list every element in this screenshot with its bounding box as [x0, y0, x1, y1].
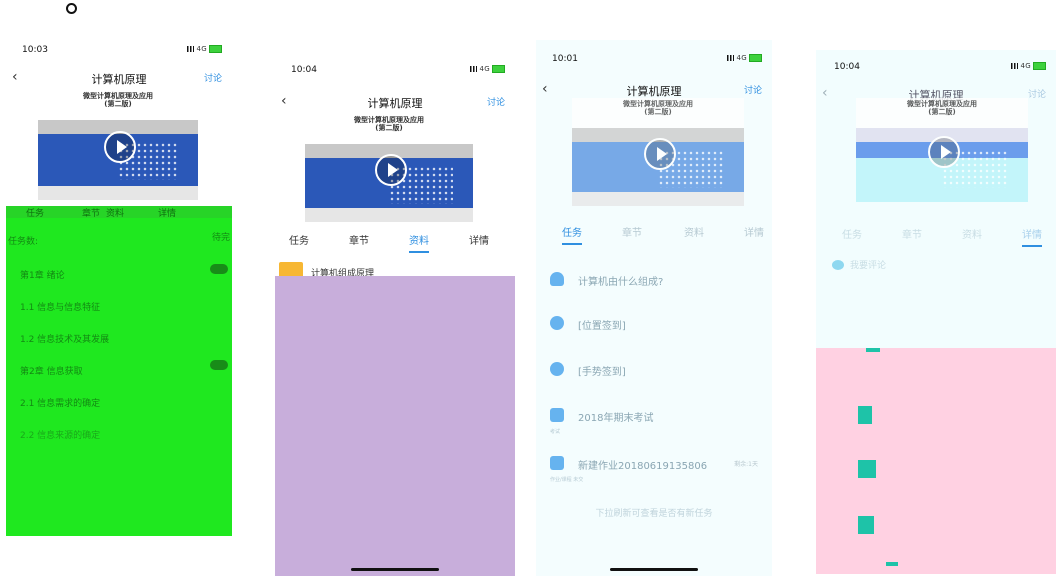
- tab-details[interactable]: 详情: [744, 224, 764, 239]
- tab-bar: 任务 章节 资料 详情: [816, 222, 1056, 247]
- task-title: 新建作业20180619135806: [578, 461, 708, 472]
- book-caption: 微型计算机原理及应用 (第二版): [83, 92, 153, 108]
- video-player[interactable]: 微型计算机原理及应用 (第二版): [38, 90, 198, 200]
- tab-resources[interactable]: 资料: [962, 226, 982, 241]
- purple-overlay: [275, 276, 515, 576]
- status-bar: 10:04 4G: [816, 50, 1056, 72]
- task-status: 作业/课程 未交: [550, 477, 584, 483]
- status-bar: 10:01 4G: [536, 40, 772, 64]
- tab-details[interactable]: 详情: [158, 206, 176, 219]
- tab-chapters[interactable]: 章节: [902, 226, 922, 241]
- person-icon: [550, 272, 564, 286]
- video-player[interactable]: 微型计算机原理及应用 (第二版): [856, 98, 1028, 202]
- book-caption: 微型计算机原理及应用 (第二版): [907, 100, 977, 116]
- pending-label: 待完: [211, 233, 230, 243]
- green-overlay: 任务 章节 资料 详情 任务数: 待完 第1章 绪论 1.1 信息与信息特征 1…: [6, 206, 232, 536]
- phone-screen-4: 10:04 4G ‹ 计算机原理 讨论 微型计算机原理及应用 (第二版) 任务 …: [816, 50, 1056, 574]
- tabs-strip: 任务 章节 资料 详情: [6, 206, 232, 219]
- marker-dot: [66, 3, 77, 14]
- task-title: [位置签到]: [578, 321, 626, 332]
- task-title: 计算机由什么组成?: [578, 277, 664, 288]
- teal-marker: [866, 348, 880, 352]
- status-time: 10:03: [22, 45, 48, 55]
- section-2-1[interactable]: 2.1 信息需求的确定: [20, 396, 100, 409]
- phone-screen-2: 10:04 4G ‹ 计算机原理 讨论 微型计算机原理及应用 (第二版) 任务 …: [275, 56, 515, 576]
- teal-marker: [858, 406, 872, 424]
- status-time: 10:04: [834, 62, 860, 72]
- teal-marker: [858, 516, 874, 534]
- section-2-2[interactable]: 2.2 信息来源的确定: [20, 428, 100, 441]
- page-title: 计算机原理: [367, 97, 423, 110]
- tab-chapters[interactable]: 章节: [622, 224, 642, 239]
- section-1-2[interactable]: 1.2 信息技术及其发展: [20, 332, 109, 345]
- tab-tasks[interactable]: 任务: [842, 226, 862, 241]
- homework-icon: [550, 456, 564, 470]
- chapter-1[interactable]: 第1章 绪论: [20, 268, 65, 281]
- video-player[interactable]: 微型计算机原理及应用 (第二版): [305, 114, 473, 222]
- teal-marker: [858, 460, 876, 478]
- play-icon[interactable]: [104, 131, 136, 163]
- discuss-link[interactable]: 讨论: [1028, 87, 1046, 100]
- page-title: 计算机原理: [91, 73, 147, 86]
- nav-bar: ‹ 计算机原理 讨论: [6, 68, 232, 90]
- home-indicator: [351, 568, 439, 571]
- tab-resources[interactable]: 资料: [684, 224, 704, 239]
- chapter-2-toggle[interactable]: [210, 360, 228, 370]
- refresh-hint: 下拉刷新可查看是否有新任务: [595, 509, 713, 519]
- task-count-label: 任务数:: [8, 237, 39, 247]
- signal-battery-icon: 4G: [186, 45, 222, 53]
- exam-icon: [550, 408, 564, 422]
- task-item[interactable]: [位置签到]: [550, 316, 764, 352]
- tab-resources[interactable]: 资料: [106, 206, 124, 219]
- teal-marker: [886, 562, 898, 566]
- pink-overlay: [816, 348, 1056, 574]
- play-icon[interactable]: [928, 136, 960, 168]
- hand-icon: [550, 362, 564, 376]
- task-item[interactable]: [手势签到]: [550, 362, 764, 398]
- task-item[interactable]: 计算机由什么组成?: [550, 272, 764, 308]
- tab-resources[interactable]: 资料: [409, 232, 429, 253]
- task-title: [手势签到]: [578, 367, 626, 378]
- tab-details[interactable]: 详情: [469, 232, 489, 247]
- task-type: 考试: [550, 429, 561, 435]
- section-1-1[interactable]: 1.1 信息与信息特征: [20, 300, 100, 313]
- nav-bar: ‹ 计算机原理 讨论: [275, 92, 515, 114]
- tab-bar: 任务 章节 资料 详情: [275, 228, 515, 253]
- play-icon[interactable]: [375, 154, 407, 186]
- status-bar: 10:04 4G: [275, 56, 515, 76]
- tab-tasks[interactable]: 任务: [26, 206, 44, 219]
- play-icon[interactable]: [644, 138, 676, 170]
- discuss-link[interactable]: 讨论: [487, 95, 505, 108]
- tab-chapters[interactable]: 章节: [349, 232, 369, 247]
- video-player[interactable]: 微型计算机原理及应用 (第二版): [572, 98, 744, 206]
- signal-battery-icon: 4G: [726, 54, 762, 62]
- task-item[interactable]: 新建作业20180619135806 作业/课程 未交 剩余:1天: [550, 456, 764, 492]
- page-title: 计算机原理: [626, 85, 682, 98]
- comment-icon: [832, 260, 844, 270]
- status-time: 10:04: [291, 65, 317, 75]
- tab-bar: 任务 章节 资料 详情: [536, 220, 772, 245]
- status-time: 10:01: [552, 54, 578, 64]
- discuss-link[interactable]: 讨论: [204, 71, 222, 84]
- chapter-2[interactable]: 第2章 信息获取: [20, 364, 83, 377]
- tab-tasks[interactable]: 任务: [289, 232, 309, 247]
- signal-battery-icon: 4G: [1010, 62, 1046, 70]
- task-remaining: 剩余:1天: [734, 461, 758, 468]
- chapter-1-toggle[interactable]: [210, 264, 228, 274]
- tab-details[interactable]: 详情: [1022, 226, 1042, 247]
- tab-tasks[interactable]: 任务: [562, 224, 582, 245]
- phone-screen-1: 10:03 4G ‹ 计算机原理 讨论 微型计算机原理及应用 (第二版) 任务 …: [6, 36, 232, 542]
- signal-battery-icon: 4G: [469, 65, 505, 73]
- book-caption: 微型计算机原理及应用 (第二版): [623, 100, 693, 116]
- task-item[interactable]: 2018年期末考试 考试: [550, 408, 764, 444]
- status-bar: 10:03 4G: [6, 36, 232, 56]
- book-caption: 微型计算机原理及应用 (第二版): [354, 116, 424, 132]
- comment-input[interactable]: 我要评论: [850, 258, 886, 271]
- discuss-link[interactable]: 讨论: [744, 83, 762, 96]
- hand-icon: [550, 316, 564, 330]
- phone-screen-3: 10:01 4G ‹ 计算机原理 讨论 微型计算机原理及应用 (第二版) 任务 …: [536, 40, 772, 576]
- task-title: 2018年期末考试: [578, 413, 654, 424]
- home-indicator: [610, 568, 698, 571]
- tab-chapters[interactable]: 章节: [82, 206, 100, 219]
